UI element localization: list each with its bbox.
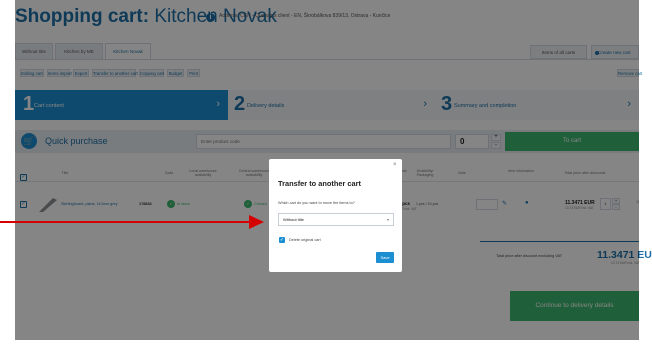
chevron-down-icon: ▾ bbox=[386, 217, 389, 222]
delete-original-cart-label: Delete original cart bbox=[289, 238, 321, 242]
annotation-arrow-line bbox=[0, 221, 252, 223]
target-cart-value: Without title bbox=[283, 217, 304, 222]
save-button[interactable]: Save bbox=[376, 252, 394, 263]
close-icon[interactable]: × bbox=[393, 162, 397, 168]
dialog-question: Which cart do you want to move the items… bbox=[278, 201, 355, 205]
dialog-title: Transfer to another cart bbox=[278, 179, 361, 188]
transfer-cart-dialog: × Transfer to another cart Which cart do… bbox=[269, 159, 402, 272]
delete-original-cart-checkbox[interactable]: ✓ bbox=[279, 237, 285, 243]
annotation-arrow-head bbox=[249, 215, 264, 229]
target-cart-select[interactable]: Without title ▾ bbox=[278, 213, 394, 226]
